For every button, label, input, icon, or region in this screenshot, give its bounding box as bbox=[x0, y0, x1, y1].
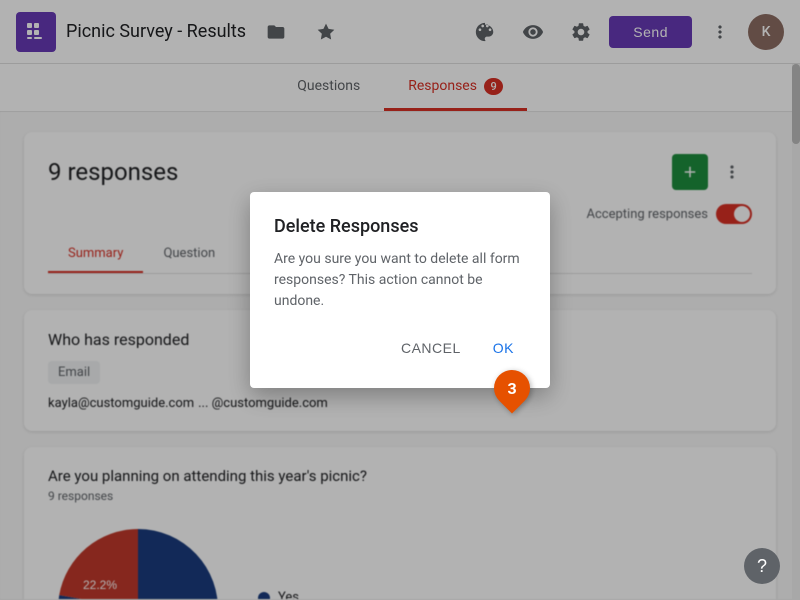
dialog-actions: CANCEL OK bbox=[274, 332, 526, 364]
ok-button[interactable]: OK bbox=[481, 332, 526, 364]
delete-responses-dialog: Delete Responses Are you sure you want t… bbox=[250, 192, 550, 388]
cancel-button[interactable]: CANCEL bbox=[389, 332, 473, 364]
dialog-overlay: Delete Responses Are you sure you want t… bbox=[0, 0, 800, 600]
step-badge-3: 3 bbox=[487, 363, 538, 414]
dialog-title: Delete Responses bbox=[274, 216, 526, 237]
help-button[interactable]: ? bbox=[744, 548, 780, 584]
dialog-body: Are you sure you want to delete all form… bbox=[274, 249, 526, 312]
